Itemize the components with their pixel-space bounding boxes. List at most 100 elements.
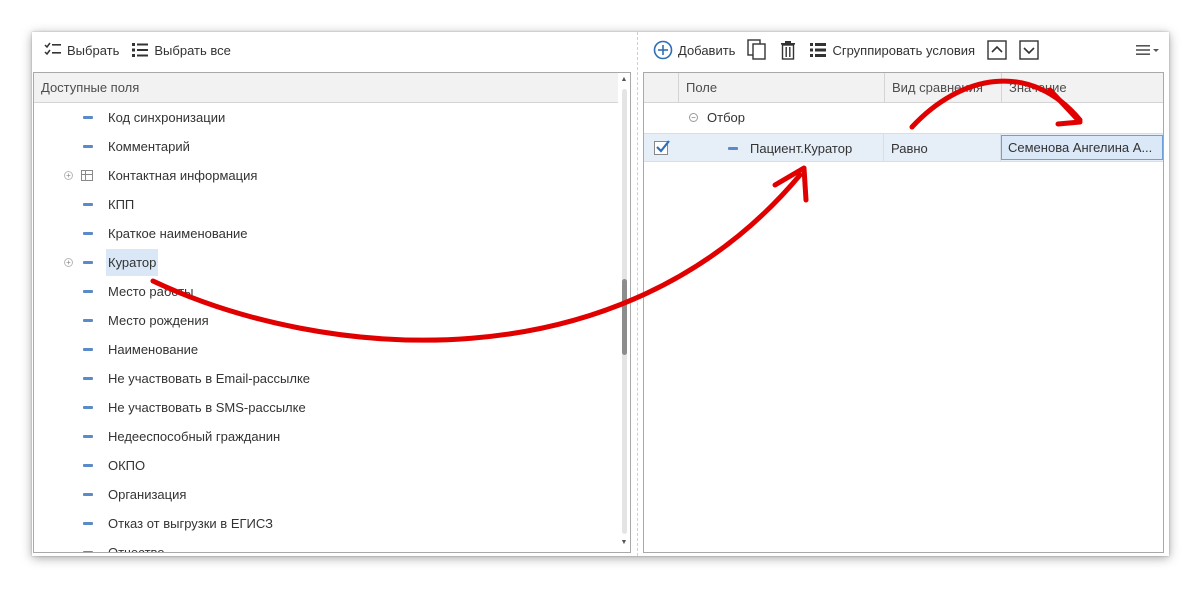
- list-item[interactable]: Место рождения: [34, 306, 619, 335]
- value-cell[interactable]: Семенова Ангелина А...: [1001, 135, 1163, 160]
- move-up-button[interactable]: [981, 37, 1013, 63]
- hamburger-menu-icon: [1136, 45, 1159, 55]
- field-icon: [83, 319, 93, 322]
- scrollbar-track[interactable]: [622, 89, 627, 534]
- list-item-label: Куратор: [106, 249, 159, 276]
- field-icon: [83, 464, 93, 467]
- list-item[interactable]: Место работы: [34, 277, 619, 306]
- comparison-cell[interactable]: Равно: [884, 134, 1001, 161]
- field-icon: [83, 290, 93, 293]
- table-header: Поле Вид сравнения Значение: [644, 73, 1163, 103]
- list-item-label: Организация: [108, 487, 187, 502]
- column-header-field[interactable]: Поле: [678, 73, 884, 103]
- list-item[interactable]: Наименование: [34, 335, 619, 364]
- copy-button[interactable]: [741, 37, 773, 63]
- add-button[interactable]: Добавить: [647, 37, 741, 63]
- field-cell-text: Пациент.Куратор: [750, 141, 853, 156]
- field-cell[interactable]: Пациент.Куратор: [678, 134, 884, 161]
- checklist-icon: [44, 42, 61, 56]
- checkmark-icon: [656, 140, 670, 153]
- available-fields-header: Доступные поля: [34, 73, 619, 103]
- group-conditions-button[interactable]: Сгруппировать условия: [803, 37, 981, 63]
- list-item[interactable]: Код синхронизации: [34, 103, 619, 132]
- group-list-icon: [810, 43, 827, 57]
- list-item-label: Комментарий: [108, 139, 190, 154]
- list-item-label: Недееспособный гражданин: [108, 429, 281, 444]
- list-item[interactable]: Не участвовать в SMS-рассылке: [34, 393, 619, 422]
- scrollbar-thumb[interactable]: [622, 279, 627, 355]
- panel-splitter[interactable]: [637, 32, 638, 556]
- list-item[interactable]: + Контактная информация: [34, 161, 619, 190]
- copy-icon: [747, 39, 767, 60]
- list-item-selected[interactable]: + Куратор: [34, 248, 619, 277]
- row-checkbox[interactable]: [654, 140, 670, 155]
- table-icon: [81, 170, 93, 181]
- list-item[interactable]: Краткое наименование: [34, 219, 619, 248]
- list-item-label: Код синхронизации: [108, 110, 226, 125]
- select-all-label: Выбрать все: [154, 42, 231, 58]
- field-icon: [83, 116, 93, 119]
- field-icon: [83, 522, 93, 525]
- field-icon: [83, 145, 93, 148]
- available-fields-list: Код синхронизации Комментарий + Контактн…: [34, 103, 619, 553]
- field-icon: [728, 147, 738, 150]
- available-fields-panel: Доступные поля Код синхронизации Коммент…: [33, 72, 631, 553]
- table-row[interactable]: Пациент.Куратор Равно Семенова Ангелина …: [644, 133, 1163, 162]
- select-button[interactable]: Выбрать: [38, 37, 125, 63]
- collapse-icon[interactable]: −: [689, 113, 698, 122]
- field-icon: [83, 377, 93, 380]
- list-item-label: ОКПО: [108, 458, 146, 473]
- list-item[interactable]: Отказ от выгрузки в ЕГИСЗ: [34, 509, 619, 538]
- list-item-label: Отчество: [108, 545, 165, 553]
- list-item-label: Контактная информация: [108, 168, 258, 183]
- list-item[interactable]: ОКПО: [34, 451, 619, 480]
- add-label: Добавить: [678, 42, 736, 58]
- list-item-label: Место работы: [108, 284, 194, 299]
- list-item-label: Не участвовать в SMS-рассылке: [108, 400, 306, 415]
- list-item-label: Отказ от выгрузки в ЕГИСЗ: [108, 516, 273, 531]
- list-item-label: КПП: [108, 197, 135, 212]
- column-header-value[interactable]: Значение: [1001, 73, 1163, 103]
- table-row-group[interactable]: − Отбор: [644, 103, 1163, 132]
- group-conditions-label: Сгруппировать условия: [832, 42, 976, 58]
- chevron-up-icon: [987, 40, 1007, 60]
- scroll-down-arrow-icon[interactable]: ▼: [618, 538, 630, 548]
- list-item-label: Краткое наименование: [108, 226, 248, 241]
- field-icon: [83, 493, 93, 496]
- list-item[interactable]: Комментарий: [34, 132, 619, 161]
- group-label: Отбор: [707, 110, 745, 125]
- field-icon: [83, 203, 93, 206]
- list-icon: [132, 43, 149, 57]
- settings-window: Выбрать Выбрать все Добавить Сгруппирова…: [32, 32, 1169, 556]
- scroll-up-arrow-icon[interactable]: ▲: [618, 75, 630, 85]
- expand-icon[interactable]: +: [64, 258, 73, 267]
- list-item[interactable]: Недееспособный гражданин: [34, 422, 619, 451]
- trash-icon: [781, 41, 796, 60]
- delete-button[interactable]: [773, 37, 803, 63]
- list-item-label: Место рождения: [108, 313, 209, 328]
- filter-table: Поле Вид сравнения Значение − Отбор Паци…: [643, 72, 1164, 553]
- list-item-label: Не участвовать в Email-рассылке: [108, 371, 311, 386]
- column-header-comparison[interactable]: Вид сравнения: [884, 73, 1001, 103]
- list-item[interactable]: КПП: [34, 190, 619, 219]
- move-down-button[interactable]: [1013, 37, 1045, 63]
- field-icon: [83, 435, 93, 438]
- more-menu-button[interactable]: [1129, 37, 1167, 63]
- chevron-down-icon: [1019, 40, 1039, 60]
- left-toolbar: Выбрать Выбрать все: [32, 32, 637, 68]
- field-icon: [83, 261, 93, 264]
- expand-icon[interactable]: +: [64, 171, 73, 180]
- select-all-button[interactable]: Выбрать все: [125, 37, 236, 63]
- vertical-scrollbar[interactable]: ▲ ▼: [618, 73, 630, 552]
- field-icon: [83, 232, 93, 235]
- field-icon: [83, 406, 93, 409]
- add-circle-icon: [653, 40, 673, 60]
- field-icon: [83, 551, 93, 552]
- select-label: Выбрать: [67, 42, 120, 58]
- list-item-label: Наименование: [108, 342, 199, 357]
- field-icon: [83, 348, 93, 351]
- list-item[interactable]: Организация: [34, 480, 619, 509]
- right-toolbar: Добавить Сгруппировать условия: [643, 32, 1169, 68]
- list-item[interactable]: Отчество: [34, 538, 619, 553]
- list-item[interactable]: Не участвовать в Email-рассылке: [34, 364, 619, 393]
